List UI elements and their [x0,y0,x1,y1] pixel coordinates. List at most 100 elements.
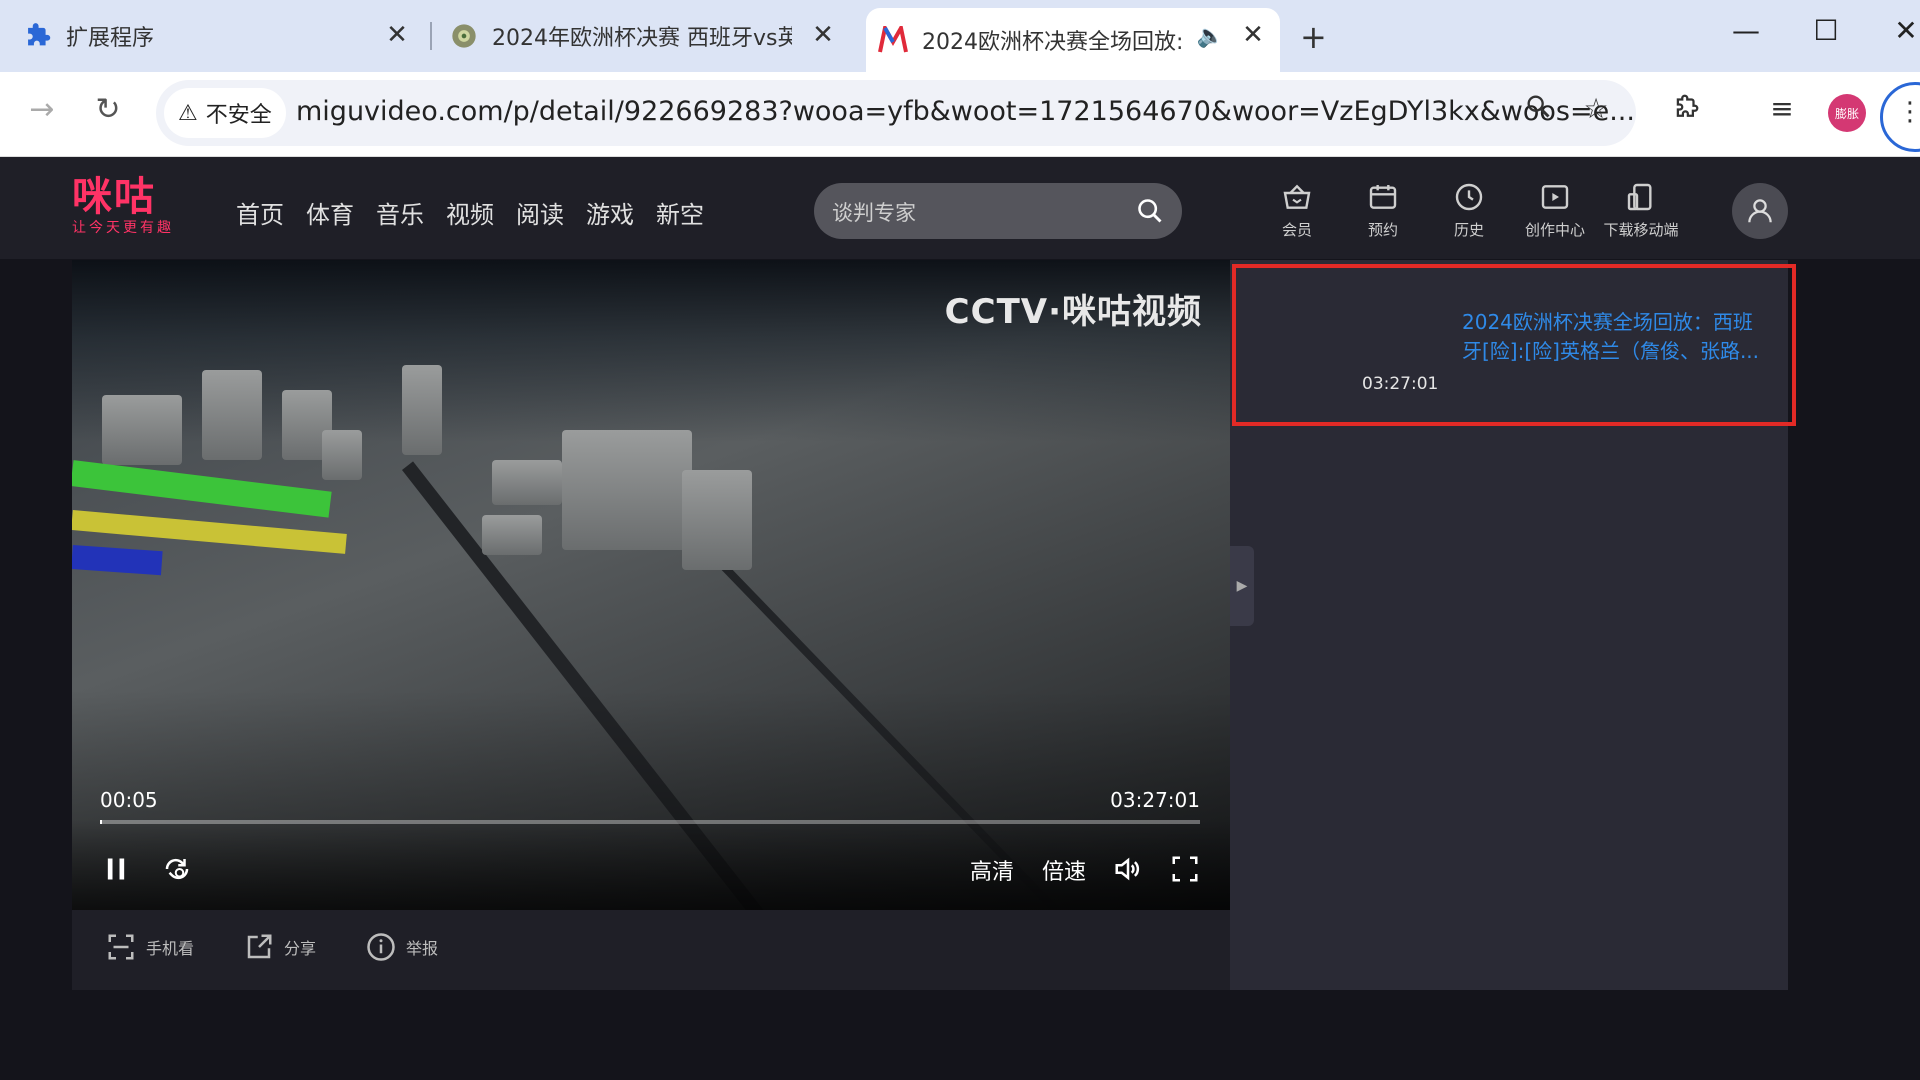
share-button[interactable]: 分享 [244,932,316,962]
nav-item-sports[interactable]: 体育 [306,195,354,230]
share-icon [247,934,272,959]
scene-block [402,365,442,455]
nav-item-home[interactable]: 首页 [236,195,284,230]
loop-icon [165,858,189,880]
progress-bar[interactable] [100,820,1200,824]
page-bottom-area [0,990,1920,1080]
logo-main: 咪咕 [72,174,156,220]
action-label: 手机看 [146,939,195,958]
video-player[interactable]: CCTV·咪咕视频 00:05 03:27:01 高清 倍速 [72,260,1230,910]
reading-list-icon[interactable]: ≡ [1762,92,1802,125]
quality-button[interactable]: 高清 [970,854,1014,886]
volume-button[interactable] [1112,854,1144,890]
nav-item-music[interactable]: 音乐 [376,195,424,230]
zoom-icon[interactable] [1518,92,1558,127]
header-item-label: 创作中心 [1524,221,1585,239]
header-download-app[interactable]: 下载移动端 [1596,181,1686,240]
maximize-button[interactable]: ☐ [1806,14,1846,47]
header-item-label: 下载移动端 [1603,221,1679,239]
mobile-download-icon [1627,183,1652,211]
current-time: 00:05 [100,788,158,812]
url-text[interactable]: miguvideo.com/p/detail/922669283?wooa=yf… [296,96,1656,127]
clock-icon [1455,183,1483,211]
nav-item-xinkong[interactable]: 新空 [656,195,704,230]
minimize-button[interactable]: — [1726,14,1766,47]
search-input[interactable]: 谈判专家 [832,197,916,227]
tab-euro-final[interactable]: 2024年欧洲杯决赛 西班牙vs英 ✕ [450,8,850,64]
profile-avatar[interactable]: 膨胀 [1828,94,1866,132]
scene-block [682,470,752,570]
speed-button[interactable]: 倍速 [1042,854,1086,886]
close-icon[interactable]: ✕ [384,22,410,48]
header-item-label: 会员 [1281,221,1312,239]
bookmark-star-icon[interactable]: ☆ [1576,92,1616,125]
browser-tab-strip: 扩展程序 ✕ 2024年欧洲杯决赛 西班牙vs英 ✕ 2024欧洲杯决赛全场回放… [0,0,1920,72]
header-creator-center[interactable]: 创作中心 [1510,181,1600,240]
back-button[interactable]: → [22,92,62,127]
scene-block [482,515,542,555]
scene-green-stripe [72,460,332,518]
header-vip[interactable]: 会员 [1252,181,1342,240]
tab-title: 2024欧洲杯决赛全场回放: [922,30,1182,55]
close-icon[interactable]: ✕ [810,22,836,48]
security-chip[interactable]: ⚠ 不安全 [164,88,286,138]
site-header: 咪咕 让今天更有趣 首页 体育 音乐 视频 阅读 游戏 新空 谈判专家 会员 预… [0,157,1920,259]
action-label: 举报 [406,939,439,958]
address-bar[interactable]: ⚠ 不安全 miguvideo.com/p/detail/922669283?w… [156,80,1636,146]
fullscreen-icon [1172,856,1198,882]
duration-time: 03:27:01 [1110,788,1200,812]
reload-button[interactable]: ↻ [88,92,128,127]
volume-icon [1115,857,1140,881]
nav-item-video[interactable]: 视频 [446,195,494,230]
episode-duration: 03:27:01 [1362,374,1439,394]
security-label: 不安全 [205,103,272,128]
search-box[interactable]: 谈判专家 [814,183,1182,239]
tab-extensions[interactable]: 扩展程序 ✕ [24,8,424,64]
browser-menu-button[interactable]: ⋮ [1880,82,1920,152]
scene-block [492,460,562,505]
logo-tagline: 让今天更有趣 [72,220,174,236]
info-icon [367,933,395,961]
tab-active-migu[interactable]: 2024欧洲杯决赛全场回放: 🔈 ✕ [866,8,1280,72]
user-icon [1748,199,1772,223]
watch-on-phone-button[interactable]: 手机看 [106,932,194,962]
pause-button[interactable] [102,854,130,891]
window-close-button[interactable]: ✕ [1886,14,1920,47]
action-label: 分享 [284,939,317,958]
globe-icon [452,24,476,48]
fullscreen-button[interactable] [1170,854,1200,890]
puzzle-icon [28,23,51,46]
scene-block [322,430,362,480]
extensions-icon[interactable] [1666,92,1706,129]
scan-icon [108,934,134,960]
header-history[interactable]: 历史 [1424,181,1514,240]
channel-watermark: CCTV·咪咕视频 [944,292,1202,332]
tab-title: 2024年欧洲杯决赛 西班牙vs英 [492,26,792,51]
scene-block [102,395,182,465]
search-icon[interactable] [1136,197,1164,225]
tab-title: 扩展程序 [66,26,155,51]
new-tab-button[interactable]: + [1300,18,1327,56]
vip-basket-icon [1283,184,1311,209]
close-icon[interactable]: ✕ [1240,22,1266,48]
report-button[interactable]: 举报 [366,932,438,962]
nav-item-reading[interactable]: 阅读 [516,195,564,230]
migu-logo[interactable]: 咪咕 让今天更有趣 [72,177,174,237]
panel-collapse-handle[interactable]: ▶ [1230,546,1254,626]
main-nav: 首页 体育 音乐 视频 阅读 游戏 新空 [236,195,704,230]
episode-title-link[interactable]: 2024欧洲杯决赛全场回放：西班牙[险]:[险]英格兰（詹俊、张路... [1462,308,1762,366]
header-reserve[interactable]: 预约 [1338,181,1428,240]
creator-icon [1541,185,1569,209]
tab-separator [430,22,432,50]
user-avatar[interactable] [1732,183,1788,239]
player-actions-bar: 手机看 分享 举报 [72,910,1230,990]
replay-button[interactable] [160,854,194,890]
scene-block [202,370,262,460]
chevron-right-icon: ▶ [1236,578,1248,594]
speaker-icon[interactable]: 🔈 [1197,24,1224,49]
pause-icon [107,858,125,880]
nav-item-games[interactable]: 游戏 [586,195,634,230]
calendar-icon [1369,185,1397,209]
browser-toolbar: → ↻ ⚠ 不安全 miguvideo.com/p/detail/9226692… [0,72,1920,157]
more-vert-icon: ⋮ [1897,97,1920,127]
